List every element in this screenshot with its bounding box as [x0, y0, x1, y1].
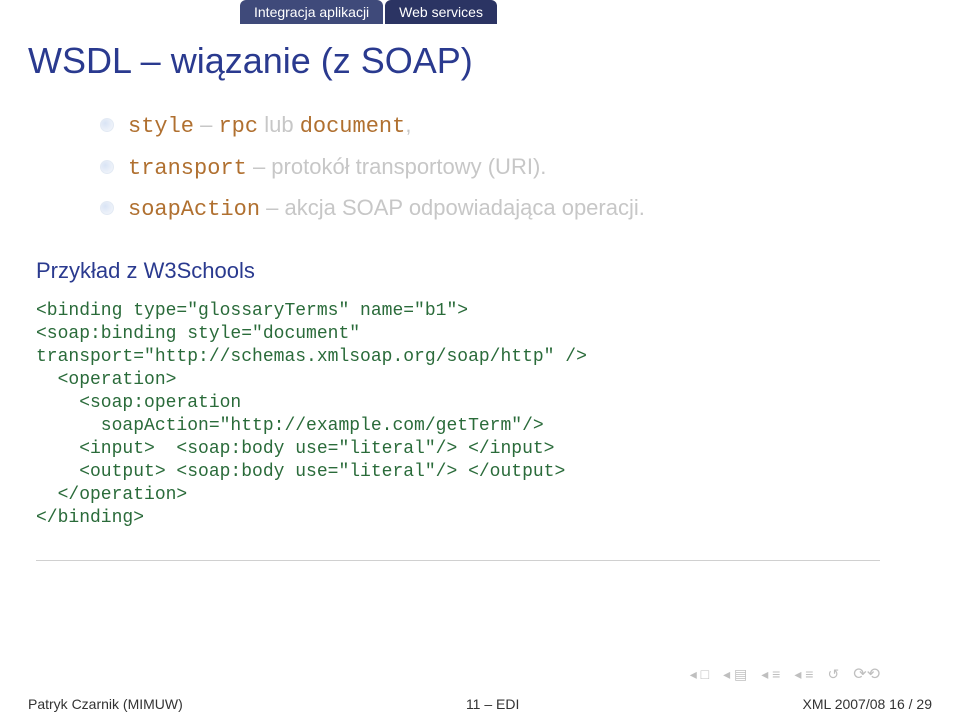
footer: Patryk Czarnik (MIMUW) 11 – EDI XML 2007…: [28, 696, 932, 712]
breadcrumb: Integracja aplikacji Web services: [240, 0, 497, 24]
footer-page: XML 2007/08 16 / 29: [803, 696, 932, 712]
page-title: WSDL – wiązanie (z SOAP): [28, 40, 473, 82]
tab-integracja: Integracja aplikacji: [240, 0, 383, 24]
nav-next-icon[interactable]: ◂ ≡: [794, 666, 813, 683]
divider: [36, 560, 880, 561]
footer-title: 11 – EDI: [466, 696, 519, 712]
nav-undo-icon[interactable]: ↺: [827, 666, 839, 683]
list-item: soapAction – akcja SOAP odpowiadająca op…: [100, 193, 900, 225]
nav-loop-icon[interactable]: ⟳⟲: [853, 664, 880, 684]
nav-controls: ◂ □ ◂ ▤ ◂ ≡ ◂ ≡ ↺ ⟳⟲: [690, 664, 880, 684]
code-block: <binding type="glossaryTerms" name="b1">…: [36, 300, 880, 530]
bullet-text: transport – protokół transportowy (URI).: [128, 152, 546, 184]
bullet-text: style – rpc lub document,: [128, 110, 411, 142]
tab-webservices: Web services: [385, 0, 497, 24]
bullet-list: style – rpc lub document, transport – pr…: [100, 110, 900, 235]
list-item: transport – protokół transportowy (URI).: [100, 152, 900, 184]
footer-author: Patryk Czarnik (MIMUW): [28, 696, 183, 712]
nav-prev-icon[interactable]: ◂ ▤: [723, 666, 747, 683]
bullet-icon: [100, 201, 114, 215]
nav-back-icon[interactable]: ◂ ≡: [761, 666, 780, 683]
nav-first-icon[interactable]: ◂ □: [690, 666, 709, 683]
bullet-text: soapAction – akcja SOAP odpowiadająca op…: [128, 193, 645, 225]
bullet-icon: [100, 160, 114, 174]
block-title: Przykład z W3Schools: [36, 258, 255, 284]
bullet-icon: [100, 118, 114, 132]
list-item: style – rpc lub document,: [100, 110, 900, 142]
